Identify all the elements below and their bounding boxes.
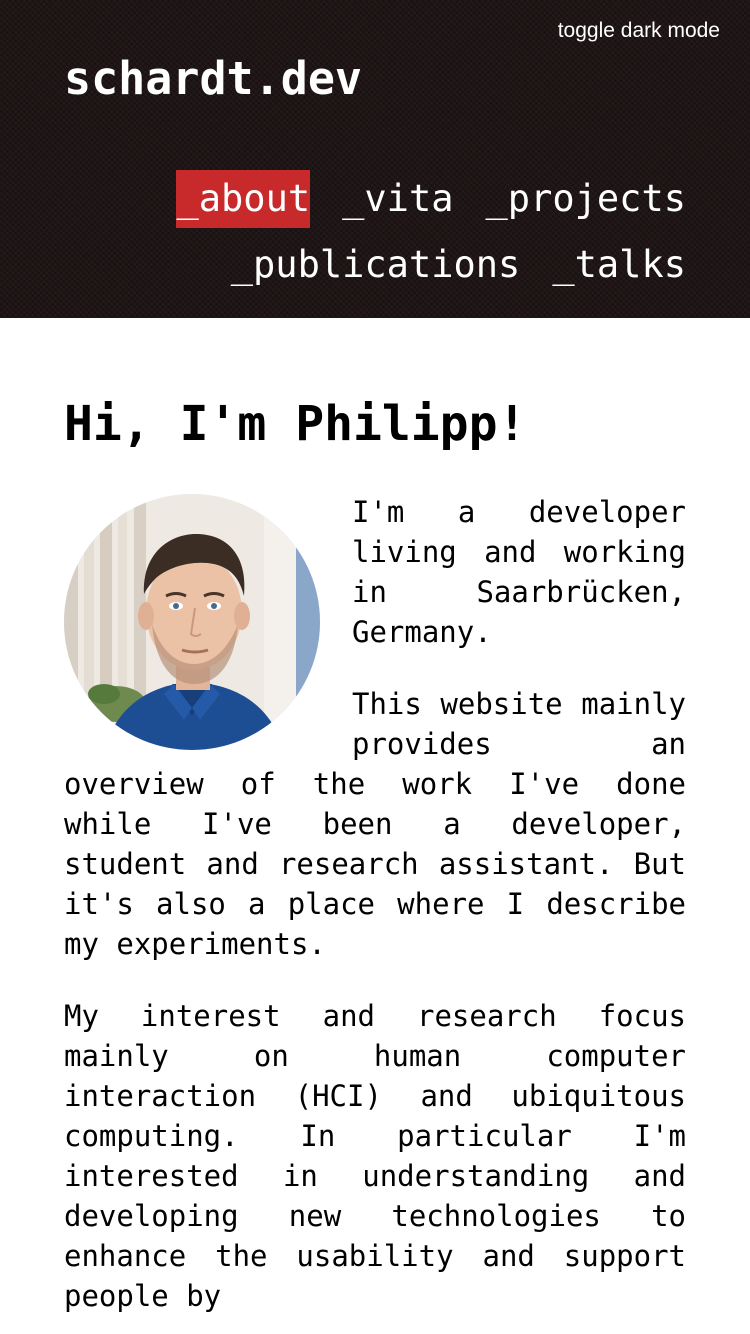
nav-link-about[interactable]: _about — [176, 170, 311, 228]
portrait-image — [64, 494, 320, 750]
profile-photo — [64, 494, 320, 750]
nav-link-projects[interactable]: _projects — [486, 170, 686, 228]
nav-link-publications[interactable]: _publications — [231, 236, 521, 294]
research-paragraph: My interest and research focus mainly on… — [64, 999, 686, 1313]
nav-link-talks[interactable]: _talks — [552, 236, 686, 294]
main-content: Hi, I'm Philipp! I'm a developer living … — [64, 318, 686, 1334]
site-logo[interactable]: schardt.dev — [64, 52, 362, 106]
about-text: I'm a developer living and working in Sa… — [64, 492, 686, 1316]
page-title: Hi, I'm Philipp! — [64, 396, 527, 452]
site-header: toggle dark mode schardt.dev _about _vit… — [0, 0, 750, 318]
nav-link-vita[interactable]: _vita — [342, 170, 453, 228]
dark-mode-toggle[interactable]: toggle dark mode — [558, 18, 720, 44]
main-nav: _about _vita _projects _publications _ta… — [126, 170, 686, 294]
